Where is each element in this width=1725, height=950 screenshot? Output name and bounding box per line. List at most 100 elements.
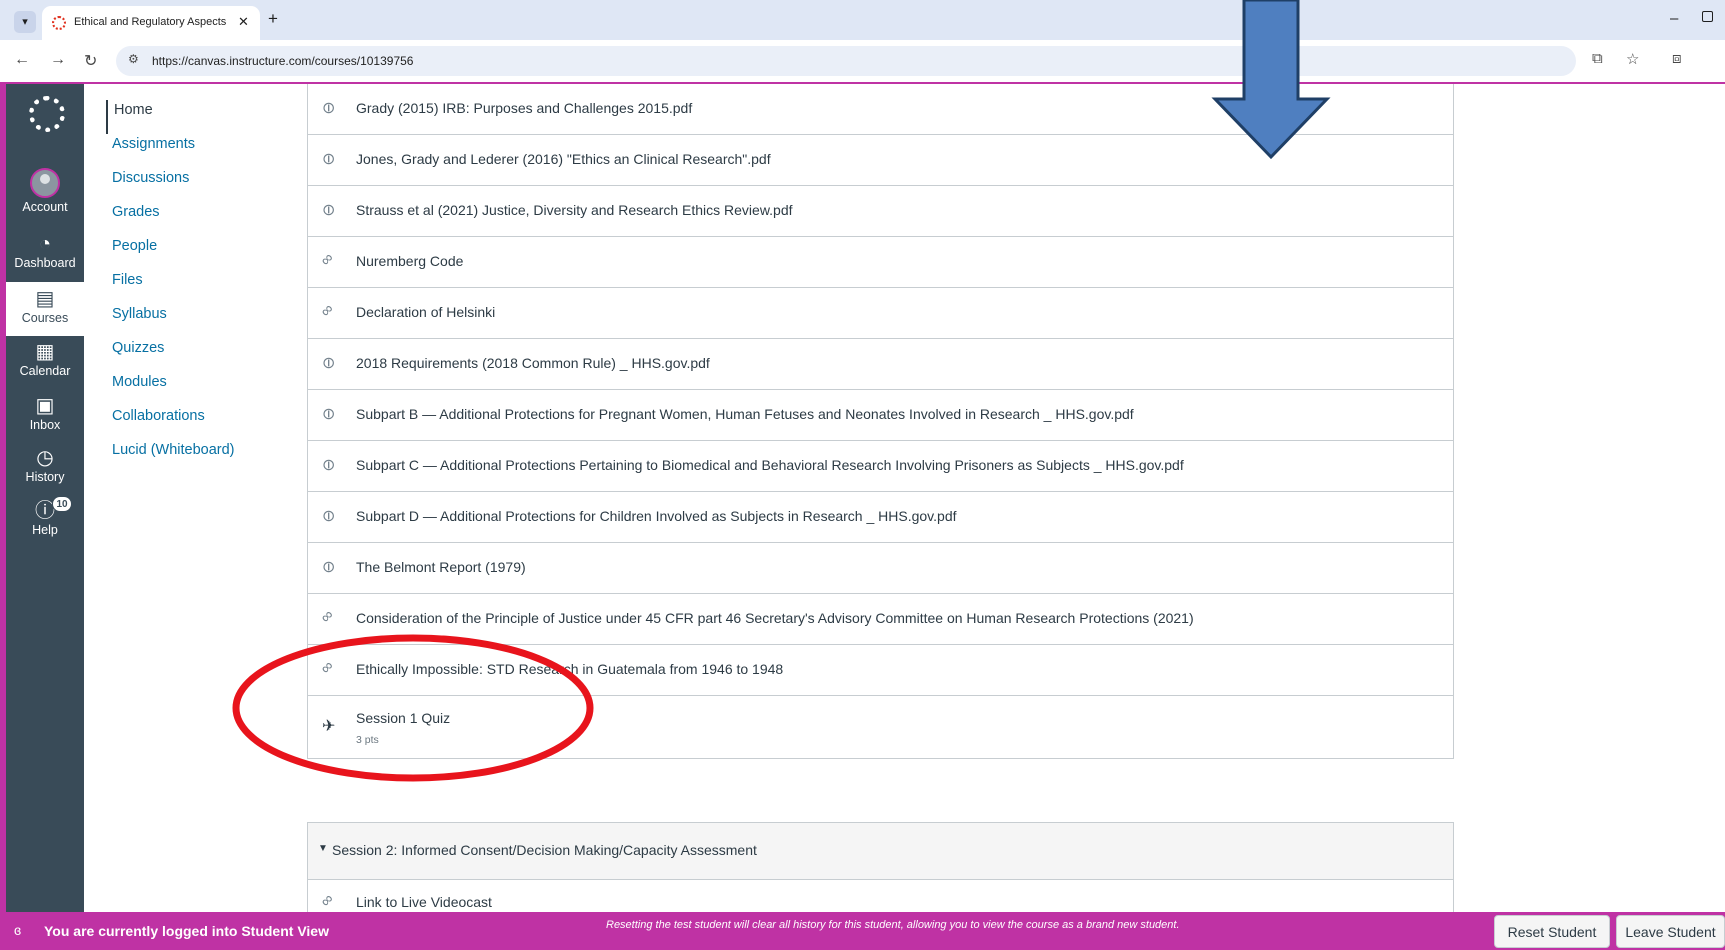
close-tab-icon[interactable]: ✕ [238,14,249,30]
course-nav-discussions[interactable]: Discussions [106,168,296,202]
global-nav-help[interactable]: ⓘ 10 Help [6,496,84,537]
dashboard-icon: ◔ [38,233,52,255]
global-nav-inbox[interactable]: ▣ Inbox [6,395,84,432]
global-nav-courses[interactable]: ▤ Courses [6,282,84,336]
course-nav-grades[interactable]: Grades [106,202,296,236]
global-navigation: Account ◔ Dashboard ▤ Courses ▦ Calendar… [6,84,84,912]
module-item[interactable]: ⊘ Jones, Grady and Lederer (2016) "Ethics… [308,135,1453,186]
module-item[interactable]: ∞ Ethically Impossible: STD Research in G… [308,645,1453,696]
new-tab-icon[interactable]: + [268,9,278,29]
module-item-title[interactable]: Link to Live Videocast [356,894,492,910]
module-item[interactable]: ⊘ Strauss et al (2021) Justice, Diversity… [308,186,1453,237]
global-nav-account[interactable]: Account [6,168,84,214]
global-nav-calendar-label: Calendar [19,364,71,378]
course-nav-modules[interactable]: Modules [106,372,296,406]
history-clock-icon: ◷ [36,447,54,469]
module-item-title[interactable]: Subpart B — Additional Protections for P… [356,406,1134,422]
module-item-title[interactable]: Subpart D — Additional Protections for C… [356,508,957,524]
back-icon[interactable]: ← [14,51,30,69]
module-item-title[interactable]: Ethically Impossible: STD Research in Gu… [356,661,783,677]
browser-tab[interactable]: Ethical and Regulatory Aspects ✕ [42,6,260,40]
global-nav-help-label: Help [32,523,58,537]
help-icon: ⓘ [35,500,55,522]
course-nav-assignments[interactable]: Assignments [106,134,296,168]
help-count-badge: 10 [52,496,72,512]
forward-icon[interactable]: → [50,51,66,69]
module-item-title[interactable]: 2018 Requirements (2018 Common Rule) _ H… [356,355,710,371]
canvas-favicon-icon [52,16,66,30]
module-item[interactable]: ∞ Consideration of the Principle of Justi… [308,594,1453,645]
quiz-points: 3 pts [356,734,379,746]
course-nav-collaborations[interactable]: Collaborations [106,406,296,440]
paperclip-icon: ⊘ [318,403,340,426]
reset-student-button[interactable]: Reset Student [1494,915,1610,948]
install-app-icon[interactable]: ⧉ [1592,50,1603,67]
module-item[interactable]: ∞ Nuremberg Code [308,237,1453,288]
module-item-title[interactable]: Consideration of the Principle of Justic… [356,610,1194,626]
tab-search-button[interactable]: ▾ [14,11,36,33]
global-nav-calendar[interactable]: ▦ Calendar [6,341,84,378]
course-nav-lucid-whiteboard[interactable]: Lucid (Whiteboard) [106,440,296,474]
link-icon: ∞ [317,890,338,911]
module-item-title[interactable]: Grady (2015) IRB: Purposes and Challenge… [356,100,692,116]
reload-icon[interactable]: ↻ [84,51,97,71]
module-item-title[interactable]: Jones, Grady and Lederer (2016) "Ethics … [356,151,771,167]
course-nav-files[interactable]: Files [106,270,296,304]
paperclip-icon: ⊘ [318,556,340,579]
canvas-logo-icon[interactable] [29,96,65,132]
url-input[interactable]: ⚙ https://canvas.instructure.com/courses… [116,46,1576,76]
global-nav-courses-label: Courses [21,311,69,325]
module-item-title[interactable]: Declaration of Helsinki [356,304,495,320]
module-title: Session 2: Informed Consent/Decision Mak… [332,842,757,858]
course-nav-syllabus[interactable]: Syllabus [106,304,296,338]
global-nav-history[interactable]: ◷ History [6,447,84,484]
student-view-message: You are currently logged into Student Vi… [44,923,329,939]
link-icon: ∞ [317,249,338,270]
url-text: https://canvas.instructure.com/courses/1… [152,54,414,68]
module-item[interactable]: ∞ Declaration of Helsinki [308,288,1453,339]
global-nav-inbox-label: Inbox [29,418,61,432]
student-view-bar: ɞ You are currently logged into Student … [0,912,1725,950]
quiz-rocket-icon: ✈ [322,718,336,735]
student-view-description: Resetting the test student will clear al… [606,919,1180,931]
module-item-title[interactable]: Subpart C — Additional Protections Perta… [356,457,1184,473]
avatar [30,168,60,198]
module-item[interactable]: ⊘ The Belmont Report (1979) [308,543,1453,594]
site-settings-icon[interactable]: ⚙ [128,52,139,66]
paperclip-icon: ⊘ [318,352,340,375]
course-nav-quizzes[interactable]: Quizzes [106,338,296,372]
module-session-1: ⊘ Grady (2015) IRB: Purposes and Challeng… [307,84,1454,759]
module-item-title[interactable]: Nuremberg Code [356,253,463,269]
paperclip-icon: ⊘ [318,97,340,120]
module-item[interactable]: ⊘ Grady (2015) IRB: Purposes and Challeng… [308,84,1453,135]
course-nav-home[interactable]: Home [106,100,296,134]
module-item-quiz[interactable]: ✈ Session 1 Quiz 3 pts [308,696,1453,758]
leave-student-view-button[interactable]: Leave Student [1616,915,1725,948]
paperclip-icon: ⊘ [318,505,340,528]
global-nav-dashboard-label: Dashboard [14,256,76,270]
browser-tab-bar: ▾ Ethical and Regulatory Aspects ✕ + – [0,0,1725,40]
student-view-glasses-icon: ɞ [14,922,22,938]
browser-address-bar: ← → ↻ ⚙ https://canvas.instructure.com/c… [0,40,1725,82]
quiz-title[interactable]: Session 1 Quiz [356,710,450,726]
module-item[interactable]: ⊘ Subpart B — Additional Protections for … [308,390,1453,441]
paperclip-icon: ⊘ [318,148,340,171]
courses-book-icon: ▤ [35,288,55,310]
bookmark-star-icon[interactable]: ☆ [1626,50,1639,68]
module-item[interactable]: ⊘ 2018 Requirements (2018 Common Rule) _ … [308,339,1453,390]
module-item-title[interactable]: Strauss et al (2021) Justice, Diversity … [356,202,793,218]
tab-title: Ethical and Regulatory Aspects [74,16,227,28]
link-icon: ∞ [317,606,338,627]
module-item[interactable]: ⊘ Subpart D — Additional Protections for … [308,492,1453,543]
global-nav-dashboard[interactable]: ◔ Dashboard [6,233,84,270]
minimize-window-icon[interactable]: – [1670,10,1678,27]
collapse-caret-icon[interactable]: ▼ [318,843,328,854]
module-item[interactable]: ⊘ Subpart C — Additional Protections Pert… [308,441,1453,492]
link-icon: ∞ [317,657,338,678]
extensions-icon[interactable]: ⧈ [1672,50,1682,67]
paperclip-icon: ⊘ [318,454,340,477]
maximize-window-icon[interactable] [1702,11,1713,22]
module-item-title[interactable]: The Belmont Report (1979) [356,559,526,575]
module-session-2-header[interactable]: ▼ Session 2: Informed Consent/Decision M… [307,822,1454,880]
course-nav-people[interactable]: People [106,236,296,270]
